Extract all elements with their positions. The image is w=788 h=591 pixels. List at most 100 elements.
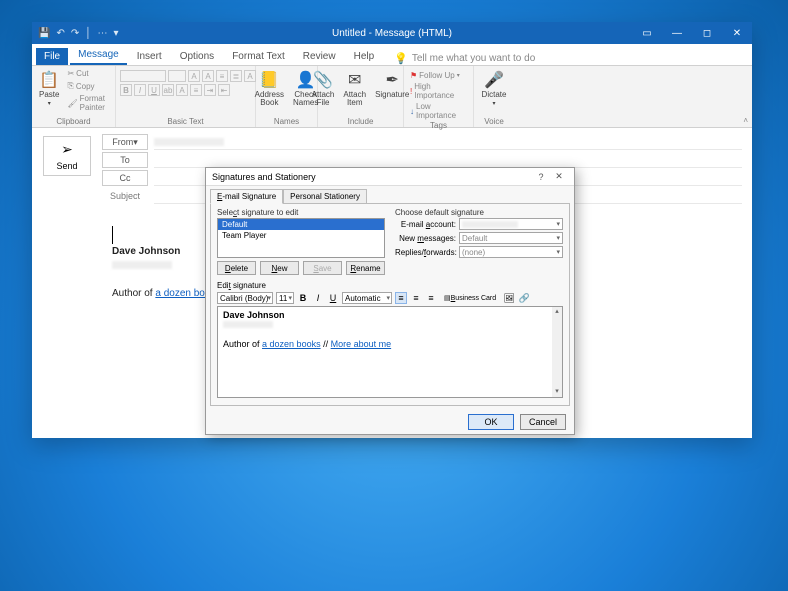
tab-personal-stationery[interactable]: Personal Stationery xyxy=(283,189,367,204)
new-messages-combo[interactable]: Default xyxy=(459,232,563,244)
grow-font-icon[interactable]: A xyxy=(188,70,200,82)
select-sig-label: Select signature to edit xyxy=(217,208,385,217)
editor-link-about[interactable]: More about me xyxy=(331,339,392,349)
maximize-button[interactable]: ◻ xyxy=(692,22,722,44)
underline-icon[interactable]: U xyxy=(148,84,160,96)
undo-icon[interactable]: ↶ xyxy=(56,28,64,39)
ribbon: 📋 Paste ▾ ✂Cut ⎘Copy 🖌Format Painter Cli… xyxy=(32,66,752,128)
italic-button[interactable]: I xyxy=(312,292,324,304)
tab-file[interactable]: File xyxy=(36,48,68,65)
follow-up-button[interactable]: ⚑Follow Up▾ xyxy=(408,70,462,81)
tab-message[interactable]: Message xyxy=(70,46,127,65)
email-account-combo[interactable] xyxy=(459,218,563,230)
align-right-button[interactable]: ≡ xyxy=(425,292,437,304)
sig-item-default[interactable]: Default xyxy=(218,219,384,230)
bold-icon[interactable]: B xyxy=(120,84,132,96)
signature-list[interactable]: Default Team Player xyxy=(217,218,385,258)
brush-icon: 🖌 xyxy=(67,99,77,108)
rename-sig-button[interactable]: Rename xyxy=(346,261,385,275)
size-combo[interactable] xyxy=(168,70,186,82)
ribbon-tabs: File Message Insert Options Format Text … xyxy=(32,44,752,66)
editor-link-books[interactable]: a dozen books xyxy=(262,339,321,349)
tab-review[interactable]: Review xyxy=(295,48,344,65)
attach-item-icon: ✉ xyxy=(345,70,365,90)
to-button[interactable]: To xyxy=(102,152,148,168)
font-color-combo[interactable]: Automatic xyxy=(342,292,392,304)
fontcolor-icon[interactable]: A xyxy=(176,84,188,96)
bold-button[interactable]: B xyxy=(297,292,309,304)
save-sig-button[interactable]: Save xyxy=(303,261,342,275)
lightbulb-icon: 💡 xyxy=(394,52,408,65)
underline-button[interactable]: U xyxy=(327,292,339,304)
address-book-button[interactable]: 📒Address Book xyxy=(252,68,287,109)
ok-button[interactable]: OK xyxy=(468,414,514,430)
editor-redacted xyxy=(223,321,273,328)
send-button[interactable]: ➢ Send xyxy=(43,136,91,176)
qat-more-icon[interactable]: ⋯ xyxy=(97,28,107,39)
numbering-icon[interactable]: ≣ xyxy=(230,70,242,82)
from-field[interactable] xyxy=(154,134,742,150)
ribbon-display-icon[interactable]: ▭ xyxy=(632,22,662,44)
save-icon[interactable]: 💾 xyxy=(38,28,50,39)
cut-button[interactable]: ✂Cut xyxy=(65,68,111,79)
tab-insert[interactable]: Insert xyxy=(129,48,170,65)
exclaim-icon: ! xyxy=(410,87,412,96)
signatures-dialog: Signatures and Stationery ? ✕ E-mail Sig… xyxy=(205,167,575,435)
bullets-icon[interactable]: ≡ xyxy=(216,70,228,82)
copy-button[interactable]: ⎘Copy xyxy=(65,80,111,92)
font-combo[interactable] xyxy=(120,70,166,82)
group-include: 📎Attach File ✉Attach Item ✒Signature Inc… xyxy=(318,66,404,127)
tell-me-search[interactable]: 💡 Tell me what you want to do xyxy=(394,52,535,65)
dialog-close-button[interactable]: ✕ xyxy=(550,171,568,182)
font-size-combo[interactable]: 11 xyxy=(276,292,294,304)
minimize-button[interactable]: — xyxy=(662,22,692,44)
card-icon: ▤ xyxy=(444,294,451,302)
tab-options[interactable]: Options xyxy=(172,48,222,65)
close-button[interactable]: ✕ xyxy=(722,22,752,44)
quick-access-toolbar: 💾 ↶ ↷ │ ⋯ ▾ xyxy=(32,28,125,39)
link-button[interactable]: 🔗 xyxy=(518,292,530,304)
signature-editor[interactable]: Dave Johnson Author of a dozen books // … xyxy=(217,306,563,398)
replies-combo[interactable]: (none) xyxy=(459,246,563,258)
business-card-button[interactable]: ▤ Business Card xyxy=(440,292,500,304)
shrink-font-icon[interactable]: A xyxy=(202,70,214,82)
mic-icon: 🎤 xyxy=(484,70,504,90)
format-painter-button[interactable]: 🖌Format Painter xyxy=(65,93,111,113)
outdent-icon[interactable]: ⇤ xyxy=(218,84,230,96)
paste-icon: 📋 xyxy=(39,70,59,90)
dictate-button[interactable]: 🎤Dictate▾ xyxy=(479,68,510,109)
cc-button[interactable]: Cc xyxy=(102,170,148,186)
copy-icon: ⎘ xyxy=(67,81,73,91)
high-importance-button[interactable]: !High Importance xyxy=(408,81,469,101)
editor-scrollbar[interactable]: ▴▾ xyxy=(552,307,562,397)
attach-item-button[interactable]: ✉Attach Item xyxy=(340,68,369,109)
indent-icon[interactable]: ⇥ xyxy=(204,84,216,96)
paste-button[interactable]: 📋 Paste ▾ xyxy=(36,68,62,109)
to-field[interactable] xyxy=(154,152,742,168)
new-sig-button[interactable]: New xyxy=(260,261,299,275)
redo-icon[interactable]: ↷ xyxy=(71,28,79,39)
from-button[interactable]: From ▾ xyxy=(102,134,148,150)
tab-help[interactable]: Help xyxy=(346,48,383,65)
collapse-ribbon-icon[interactable]: ˄ xyxy=(743,116,748,125)
highlight-icon[interactable]: ab xyxy=(162,84,174,96)
delete-sig-button[interactable]: Delete xyxy=(217,261,256,275)
align-icon[interactable]: ≡ xyxy=(190,84,202,96)
align-center-button[interactable]: ≡ xyxy=(410,292,422,304)
chevron-down-icon[interactable]: ▾ xyxy=(113,28,118,39)
group-tags: ⚑Follow Up▾ !High Importance ↓Low Import… xyxy=(404,66,474,127)
align-left-button[interactable]: ≡ xyxy=(395,292,407,304)
sig-item-team-player[interactable]: Team Player xyxy=(218,230,384,241)
cancel-button[interactable]: Cancel xyxy=(520,414,566,430)
group-clipboard: 📋 Paste ▾ ✂Cut ⎘Copy 🖌Format Painter Cli… xyxy=(32,66,116,127)
font-family-combo[interactable]: Calibri (Body) xyxy=(217,292,273,304)
dialog-help-button[interactable]: ? xyxy=(532,172,550,182)
group-voice: 🎤Dictate▾ Voice xyxy=(474,66,514,127)
tab-email-signature[interactable]: E-mail Signature xyxy=(210,189,283,204)
low-importance-button[interactable]: ↓Low Importance xyxy=(408,101,469,121)
attach-file-button[interactable]: 📎Attach File xyxy=(309,68,338,109)
image-button[interactable]: 🖼 xyxy=(503,292,515,304)
italic-icon[interactable]: I xyxy=(134,84,146,96)
redacted-line xyxy=(112,261,172,269)
tab-format-text[interactable]: Format Text xyxy=(224,48,293,65)
